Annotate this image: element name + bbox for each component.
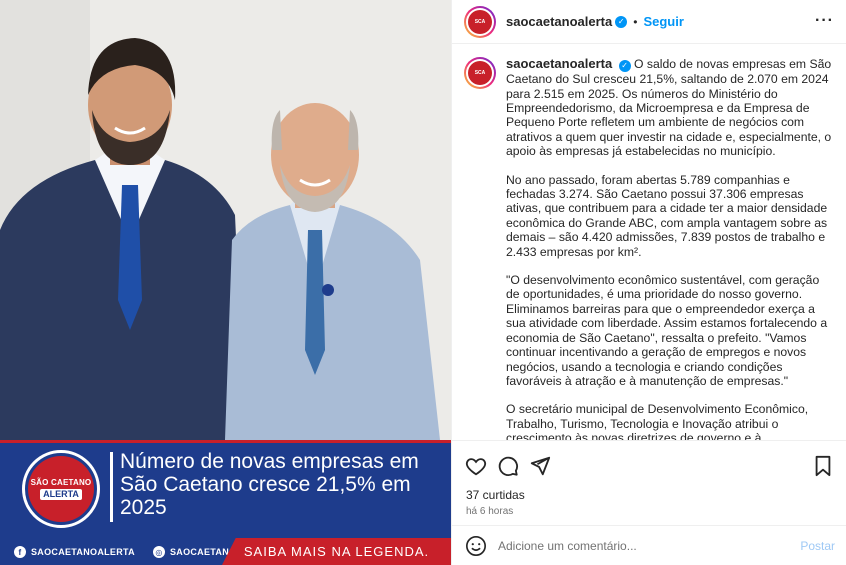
media-banner: SÃO CAETANO ALERTA Número de novas empre… xyxy=(0,440,451,565)
facebook-handle: SAOCAETANOALERTA xyxy=(31,547,135,557)
caption-verified-badge-icon: ✓ xyxy=(618,60,631,73)
photo-illustration xyxy=(0,0,451,440)
header-username[interactable]: saocaetanoalerta xyxy=(506,14,612,29)
caption-paragraph-4: O secretário municipal de Desenvolviment… xyxy=(506,402,809,440)
cta-banner: SAIBA MAIS NA LEGENDA. xyxy=(222,538,451,565)
caption-paragraph-1: O saldo de novas empresas em São Caetano… xyxy=(506,57,832,159)
caption-text: saocaetanoalerta ✓ O saldo de novas empr… xyxy=(506,56,833,440)
banner-stripe xyxy=(0,440,451,443)
separator-dot: • xyxy=(633,14,638,29)
comment-icon[interactable] xyxy=(496,454,520,478)
actions-section: 37 curtidas há 6 horas xyxy=(452,440,846,525)
action-bar xyxy=(452,441,846,481)
logo-line1: SÃO CAETANO xyxy=(30,477,92,487)
caption-paragraph-2: No ano passado, foram abertas 5.789 comp… xyxy=(506,172,828,259)
caption-area[interactable]: SCA saocaetanoalerta ✓ O saldo de novas … xyxy=(452,45,846,440)
post-panel: SCA saocaetanoalerta ✓ • Seguir ··· SCA … xyxy=(451,0,846,565)
logo-line2: ALERTA xyxy=(40,488,82,500)
comment-bar: Postar xyxy=(452,525,846,565)
caption-avatar[interactable]: SCA xyxy=(464,57,496,89)
likes-count[interactable]: 37 curtidas xyxy=(452,481,846,502)
media-headline: Número de novas empresas em São Caetano … xyxy=(120,450,419,519)
headline-bar xyxy=(110,452,113,522)
post-header: SCA saocaetanoalerta ✓ • Seguir ··· xyxy=(452,0,846,44)
verified-badge-icon: ✓ xyxy=(615,15,628,28)
more-horizontal-icon[interactable]: ··· xyxy=(815,12,834,30)
facebook-icon: f xyxy=(14,546,26,558)
post-comment-button[interactable]: Postar xyxy=(800,539,835,553)
post-photo xyxy=(0,0,451,440)
post-time[interactable]: há 6 horas xyxy=(452,502,846,517)
caption-paragraph-3: "O desenvolvimento econômico sustentável… xyxy=(506,273,828,388)
save-bookmark-icon[interactable] xyxy=(811,454,835,478)
follow-button[interactable]: Seguir xyxy=(643,14,683,29)
caption-username[interactable]: saocaetanoalerta xyxy=(506,56,612,71)
sao-caetano-alerta-logo: SÃO CAETANO ALERTA xyxy=(22,450,100,528)
instagram-icon: ◎ xyxy=(152,546,165,558)
like-heart-icon[interactable] xyxy=(464,454,488,478)
post-media[interactable]: SÃO CAETANO ALERTA Número de novas empre… xyxy=(0,0,451,565)
comment-input[interactable] xyxy=(498,538,801,553)
share-icon[interactable] xyxy=(528,454,552,478)
avatar[interactable]: SCA xyxy=(464,5,496,38)
emoji-icon[interactable] xyxy=(464,534,488,558)
